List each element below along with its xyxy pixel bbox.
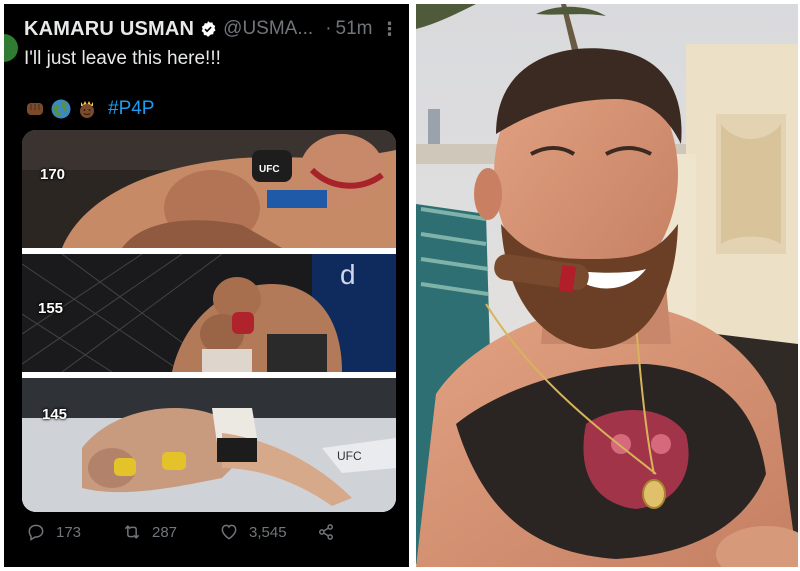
share-icon [319,524,333,540]
avatar[interactable] [4,34,18,62]
retweet-button[interactable]: 287 [122,522,177,542]
man-with-cigar-image [416,4,798,567]
svg-text:UFC: UFC [259,164,280,175]
weight-label: 145 [42,406,68,423]
timestamp[interactable]: 51m [336,18,373,40]
fist-icon [27,103,43,115]
tweet-card[interactable]: KAMARU USMAN @USMA... · 51m ⋮ I'll just … [4,4,409,567]
reply-icon [28,524,44,541]
verified-badge-icon [201,21,216,37]
retweet-count: 287 [152,523,178,541]
reply-button[interactable]: 173 [26,522,81,542]
choke-image-2: d [22,254,396,372]
svg-text:UFC: UFC [337,449,362,463]
weight-label: 170 [40,166,66,183]
media-panel-170: UFC 170 [22,130,396,248]
more-options-icon[interactable]: ⋮ [381,19,399,40]
heart-icon [221,524,237,540]
choke-image-3: UFC [22,378,396,512]
user-handle[interactable]: @USMA... [223,18,313,40]
choke-image-1: UFC [22,130,396,248]
tweet-media[interactable]: UFC 170 d 155 UFC 145 [22,130,396,512]
selfie-photo [416,4,798,567]
tweet-text: I'll just leave this here!!! [24,48,221,69]
globe-icon [51,99,71,119]
tweet-actions: 173 287 3,545 [26,522,396,548]
separator-dot: · [325,18,332,39]
share-button[interactable] [316,522,346,542]
like-count: 3,545 [249,523,287,541]
hashtag-link[interactable]: #P4P [108,98,154,120]
reply-count: 173 [56,523,82,541]
retweet-icon [124,525,140,539]
media-panel-145: UFC 145 [22,378,396,512]
tweet-header: KAMARU USMAN @USMA... · 51m ⋮ [24,16,404,42]
emoji-row: #P4P [24,98,154,120]
crowned-face-icon [80,101,94,118]
media-panel-155: d 155 [22,254,396,372]
svg-text:d: d [340,259,356,290]
like-button[interactable]: 3,545 [219,522,287,542]
display-name[interactable]: KAMARU USMAN [24,18,194,41]
weight-label: 155 [38,300,64,317]
